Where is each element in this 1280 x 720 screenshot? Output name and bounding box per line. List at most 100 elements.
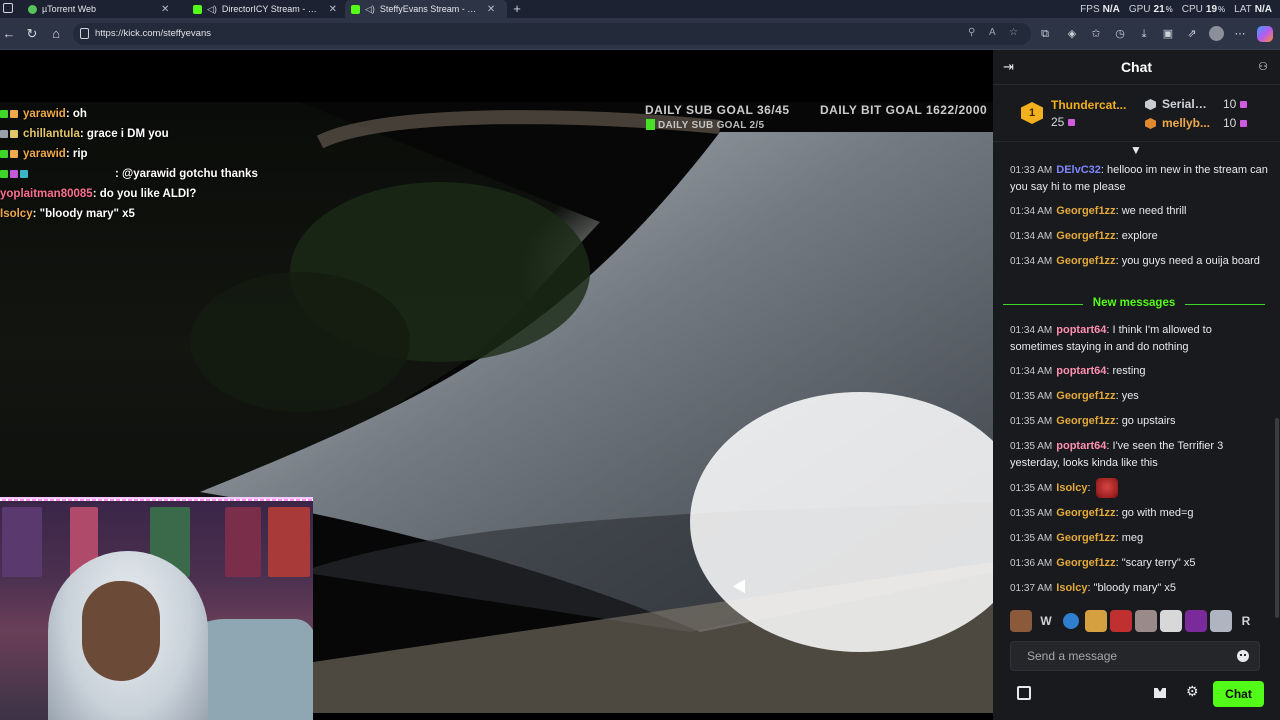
emote-w-button[interactable]: W <box>1035 610 1057 632</box>
sub-goal-overlay-secondary: DAILY SUB GOAL 2/5 <box>658 120 765 131</box>
chat-message: 01:35 AM Isolcy: <box>1010 478 1268 498</box>
speaker-icon[interactable]: ◁) <box>365 4 375 15</box>
close-tab-icon[interactable]: ✕ <box>329 4 337 15</box>
chat-username[interactable]: Isolcy <box>1056 482 1087 494</box>
share-icon[interactable]: ⇗ <box>1184 26 1200 42</box>
badge-icon <box>20 170 28 178</box>
chat-settings-gear-icon[interactable]: ⚙ <box>1186 683 1199 700</box>
chat-username[interactable]: Isolcy <box>1056 582 1087 594</box>
chat-username[interactable]: Georgef1zz <box>1056 557 1115 569</box>
address-bar[interactable]: https://kick.com/steffyevans ⚲ A ☆ <box>73 23 1031 45</box>
chat-username[interactable]: Georgef1zz <box>1056 390 1115 402</box>
back-arrow-icon[interactable]: ← <box>1 26 17 42</box>
extensions-icon[interactable]: ⧉ <box>1037 26 1053 42</box>
favorites-icon[interactable]: ✩ <box>1088 26 1104 42</box>
chat-input-box <box>1010 641 1260 671</box>
emote-button[interactable] <box>1185 610 1207 632</box>
bit-goal-overlay: DAILY BIT GOAL 1622/2000 <box>820 103 988 117</box>
chat-message: 01:35 AM Georgef1zz: go upstairs <box>1010 415 1176 427</box>
chat-panel: ⇥ Chat ⚇ 1 Thundercat... 25 SerialG... 1… <box>993 50 1280 720</box>
collections-icon[interactable]: ▣ <box>1160 26 1176 42</box>
sub-goal-progress <box>646 119 655 130</box>
stream-overlay-chat: yarawid : oh chillantula : grace i DM yo… <box>0 104 400 224</box>
store-icon[interactable] <box>1017 686 1031 700</box>
address-toolbar: ← ↻ ⌂ https://kick.com/steffyevans ⚲ A ☆… <box>0 18 1280 50</box>
leaderboard-first-name[interactable]: Thundercat... <box>1051 98 1143 112</box>
new-messages-label: New messages <box>1003 297 1265 309</box>
pinned-messages-icon[interactable]: ▼ <box>1130 143 1142 157</box>
chat-message: 01:35 AM poptart64: I've seen the Terrifi… <box>1010 440 1224 469</box>
chat-message: 01:37 AM Isolcy: "bloody mary" x5 <box>1010 582 1176 594</box>
chat-username[interactable]: Georgef1zz <box>1056 255 1115 267</box>
leaderboard-first-count: 25 <box>1051 115 1076 129</box>
chat-message-input[interactable] <box>1011 642 1229 670</box>
chat-username[interactable]: Georgef1zz <box>1056 205 1115 217</box>
string-lights <box>0 499 313 501</box>
video-player[interactable]: DAILY SUB GOAL 36/45 DAILY SUB GOAL 2/5 … <box>0 50 993 720</box>
chat-users-icon[interactable]: ⚇ <box>1258 60 1268 73</box>
tab-actions-icon[interactable] <box>3 3 13 13</box>
chat-username[interactable]: DElvC32 <box>1056 164 1101 176</box>
performance-overlay: FPS N/A GPU 21% CPU 19% LAT N/A <box>1080 0 1272 18</box>
emote-r-button[interactable]: R <box>1235 610 1257 632</box>
new-tab-button[interactable]: + <box>510 1 524 17</box>
chat-username[interactable]: poptart64 <box>1056 365 1106 377</box>
chat-username[interactable]: Georgef1zz <box>1056 507 1115 519</box>
gift-leaderboard: 1 Thundercat... 25 SerialG... 10 mellyb.… <box>993 86 1280 142</box>
chat-username[interactable]: Georgef1zz <box>1056 532 1115 544</box>
zoom-icon[interactable]: ⚲ <box>968 27 975 38</box>
chat-username[interactable]: poptart64 <box>1056 324 1106 336</box>
chat-username[interactable]: Georgef1zz <box>1056 230 1115 242</box>
gift-icon <box>1240 120 1248 128</box>
emote-button[interactable] <box>1110 610 1132 632</box>
rank-1-badge: 1 <box>1021 102 1043 124</box>
chat-username[interactable]: poptart64 <box>1056 440 1106 452</box>
overlay-chat-line: yarawid : oh <box>0 104 400 124</box>
read-aloud-icon[interactable]: A <box>989 27 996 38</box>
overlay-chat-line: : @yarawid gotchu thanks <box>0 164 400 184</box>
rank-2-icon <box>1145 99 1156 110</box>
speaker-icon[interactable]: ◁) <box>207 4 217 15</box>
chat-username[interactable]: Georgef1zz <box>1056 415 1115 427</box>
tab-steffyevans[interactable]: ◁) SteffyEvans Stream - Watch Live on Ki… <box>345 0 507 18</box>
profile-avatar[interactable] <box>1209 26 1224 41</box>
close-tab-icon[interactable]: ✕ <box>487 4 495 15</box>
chat-scrollbar[interactable] <box>1275 418 1279 618</box>
tab-utorrent[interactable]: µTorrent Web ✕ <box>22 0 187 18</box>
leaderboard-second-name[interactable]: SerialG... <box>1162 97 1214 111</box>
emote-button[interactable] <box>1135 610 1157 632</box>
history-icon[interactable]: ◷ <box>1112 26 1128 42</box>
favorite-star-icon[interactable]: ☆ <box>1009 27 1018 38</box>
send-chat-button[interactable]: Chat <box>1213 681 1264 707</box>
quick-emote-bar: W R <box>1010 610 1275 632</box>
home-icon[interactable]: ⌂ <box>48 26 64 42</box>
downloads-icon[interactable]: ⤓ <box>1136 26 1152 42</box>
emote-button[interactable] <box>1210 610 1232 632</box>
lock-icon[interactable] <box>80 28 89 39</box>
url-text[interactable]: https://kick.com/steffyevans <box>95 28 211 39</box>
emote-image[interactable] <box>1095 478 1118 498</box>
gpu-readout: GPU 21% <box>1128 3 1173 15</box>
close-tab-icon[interactable]: ✕ <box>161 4 169 15</box>
leaderboard-second-count: 10 <box>1223 97 1248 111</box>
chat-message: 01:34 AM Georgef1zz: you guys need a ouij… <box>1010 255 1260 267</box>
kick-favicon-icon <box>351 4 360 14</box>
chat-message: 01:35 AM Georgef1zz: go with med=g <box>1010 507 1194 519</box>
mod-tools-icon[interactable] <box>1154 688 1166 698</box>
gift-icon <box>1240 101 1248 109</box>
leaderboard-third-name[interactable]: mellyb... <box>1162 116 1214 130</box>
emote-button[interactable] <box>1160 610 1182 632</box>
refresh-icon[interactable]: ↻ <box>24 26 40 42</box>
more-menu-icon[interactable]: ⋯ <box>1232 26 1248 42</box>
kick-favicon-icon <box>193 4 202 14</box>
tab-directoricy[interactable]: ◁) DirectorICY Stream - Watch Live on Ki… <box>187 0 343 18</box>
emote-button[interactable] <box>1085 610 1107 632</box>
streamer-webcam <box>0 497 313 720</box>
extension-icon[interactable]: ◈ <box>1064 26 1080 42</box>
copilot-icon[interactable] <box>1257 26 1273 42</box>
emote-button[interactable] <box>1063 613 1079 629</box>
badge-icon <box>0 170 8 178</box>
chat-message: 01:33 AM DElvC32: hellooo im new in the s… <box>1010 164 1268 193</box>
emoji-picker-icon[interactable] <box>1237 650 1249 662</box>
emote-button[interactable] <box>1010 610 1032 632</box>
